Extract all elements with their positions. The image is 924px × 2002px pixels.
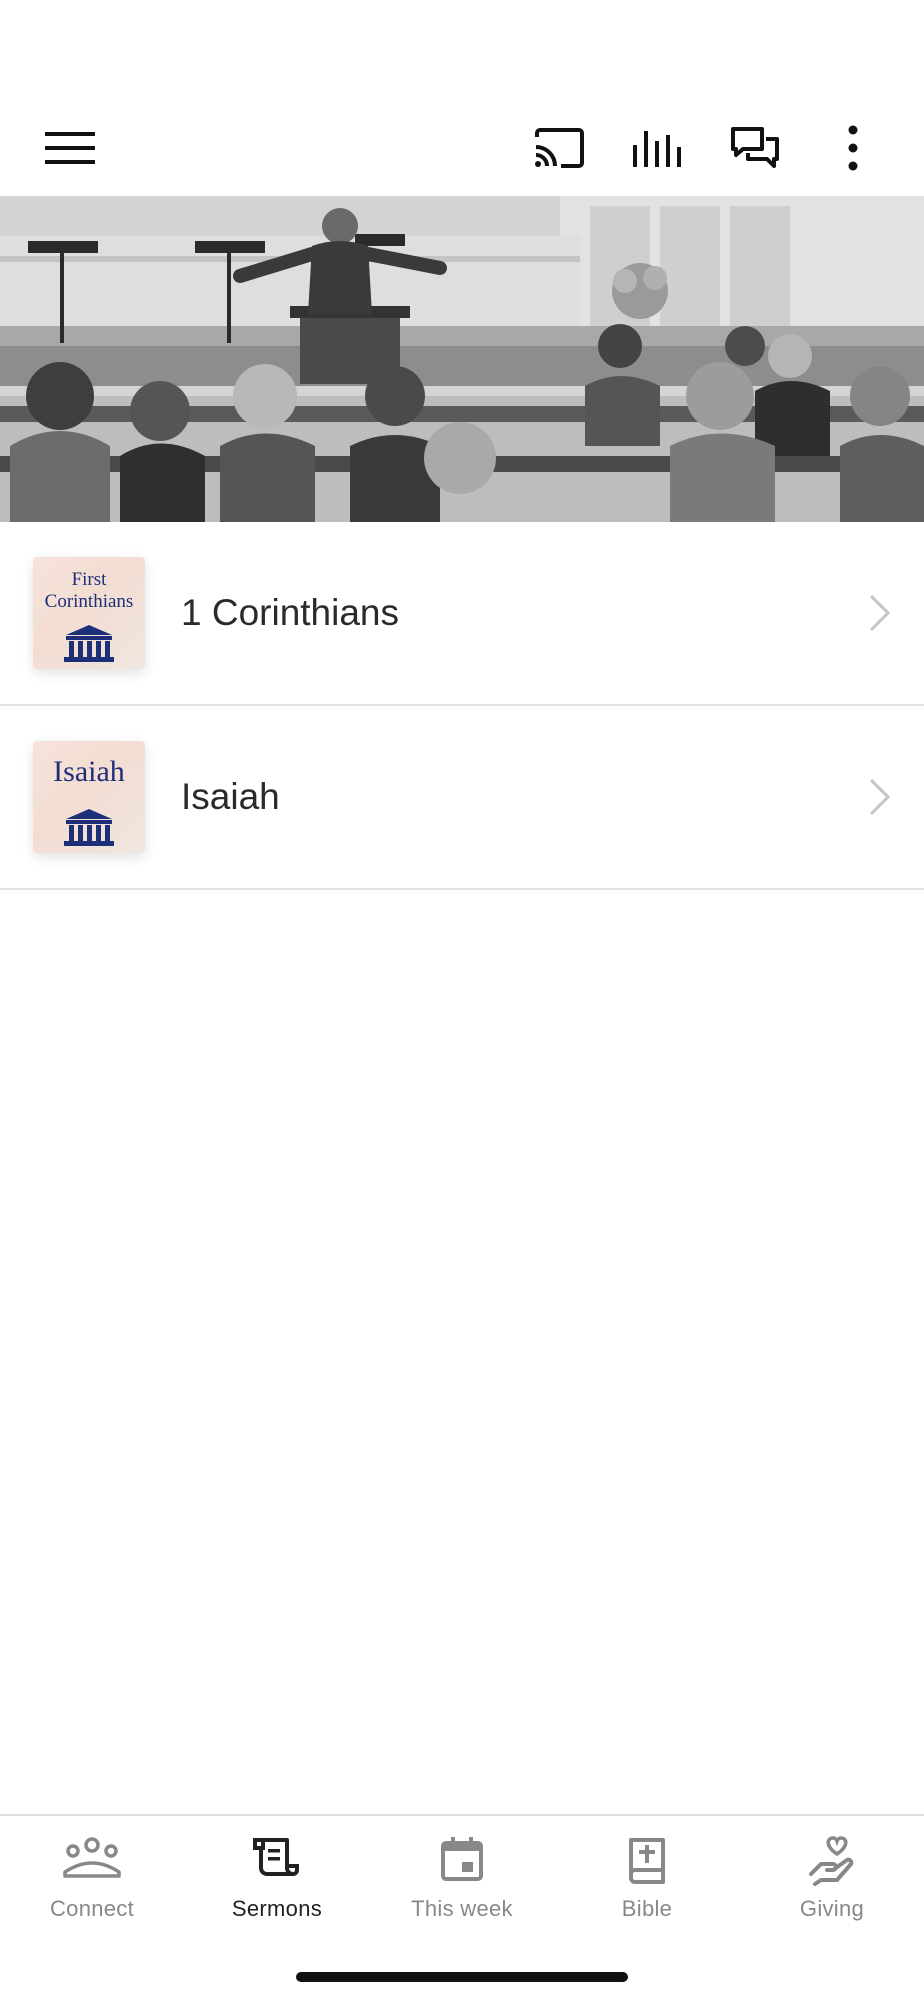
bible-icon [629, 1838, 665, 1884]
chevron-right-icon [869, 778, 891, 816]
series-title: 1 Corinthians [181, 592, 400, 633]
more-options-button[interactable] [813, 100, 893, 196]
menu-button[interactable] [30, 100, 110, 196]
list-item-1-corinthians[interactable]: First Corinthians 1 Corinthians [0, 522, 924, 706]
status-bar [0, 0, 924, 100]
church-building-icon [64, 625, 114, 662]
tab-sermons[interactable]: Sermons [185, 1816, 369, 1936]
audio-button[interactable] [617, 100, 697, 196]
people-icon [63, 1837, 121, 1878]
tab-label: This week [411, 1896, 513, 1921]
hero-image [0, 196, 924, 522]
tab-connect[interactable]: Connect [0, 1816, 184, 1936]
chat-button[interactable] [715, 100, 795, 196]
thumb-title-line1: Isaiah [53, 755, 125, 788]
top-toolbar [0, 100, 924, 196]
scroll-icon [253, 1838, 299, 1876]
audio-levels-icon [633, 131, 681, 167]
chat-icon [731, 127, 779, 168]
hamburger-menu-icon [45, 132, 95, 164]
series-title: Isaiah [181, 776, 280, 817]
church-building-icon [64, 809, 114, 846]
chevron-right-icon [869, 594, 891, 632]
tab-label: Giving [799, 1896, 865, 1921]
tab-label: Connect [49, 1896, 135, 1921]
tab-label: Sermons [231, 1896, 323, 1921]
church-sermon-photo [0, 196, 924, 522]
more-vertical-icon [848, 125, 858, 171]
home-indicator[interactable] [296, 1972, 628, 1982]
giving-hand-icon [809, 1836, 854, 1886]
cast-button[interactable] [519, 100, 599, 196]
calendar-icon [441, 1837, 483, 1881]
series-thumbnail: Isaiah [33, 741, 145, 853]
tab-this-week[interactable]: This week [370, 1816, 554, 1936]
list-item-isaiah[interactable]: Isaiah Isaiah [0, 706, 924, 890]
thumb-title-line2: Corinthians [44, 591, 134, 612]
tab-giving[interactable]: Giving [740, 1816, 924, 1936]
tab-bible[interactable]: Bible [555, 1816, 739, 1936]
sermon-series-list: First Corinthians 1 Corinthians Isaiah I… [0, 522, 924, 890]
tab-label: Bible [621, 1896, 673, 1921]
series-thumbnail: First Corinthians [33, 557, 145, 669]
thumb-title-line1: First [71, 569, 107, 590]
cast-icon [535, 128, 584, 168]
